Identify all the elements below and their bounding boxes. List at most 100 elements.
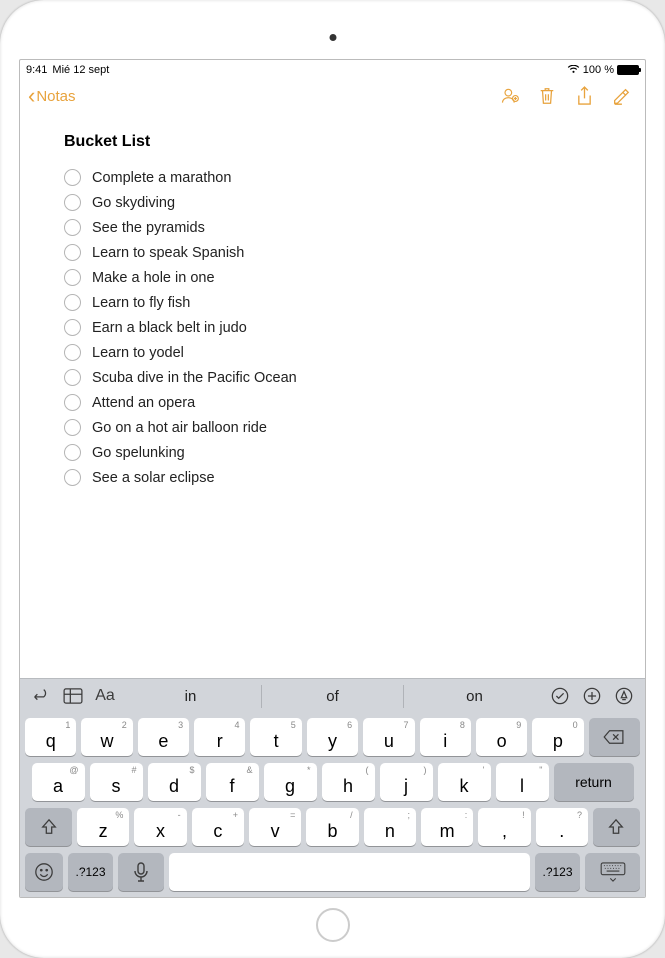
trash-icon[interactable] xyxy=(537,86,557,106)
checklist-item[interactable]: Scuba dive in the Pacific Ocean xyxy=(64,369,615,386)
key-t[interactable]: 5t xyxy=(250,718,301,756)
checklist-item-text: Learn to speak Spanish xyxy=(92,245,244,261)
checklist-item-text: Make a hole in one xyxy=(92,270,215,286)
key-x[interactable]: -x xyxy=(134,808,186,846)
key-i[interactable]: 8i xyxy=(420,718,471,756)
checklist-item[interactable]: Complete a marathon xyxy=(64,169,615,186)
key-r[interactable]: 4r xyxy=(194,718,245,756)
ipad-frame: 9:41 Mié 12 sept 100 % ‹ Notas xyxy=(0,0,665,958)
dictate-key[interactable] xyxy=(118,853,164,891)
back-button[interactable]: ‹ Notas xyxy=(28,85,76,107)
key-c[interactable]: +c xyxy=(192,808,244,846)
numbers-key-right[interactable]: .?123 xyxy=(535,853,580,891)
key-q[interactable]: 1q xyxy=(25,718,76,756)
undo-icon[interactable] xyxy=(30,685,52,707)
key-b[interactable]: /b xyxy=(306,808,358,846)
shift-key-right[interactable] xyxy=(593,808,640,846)
checklist-item-text: See a solar eclipse xyxy=(92,470,215,486)
wifi-icon xyxy=(567,65,580,74)
keyboard-suggestion-bar: Aa inofon xyxy=(20,679,645,713)
checklist-item-text: Complete a marathon xyxy=(92,170,231,186)
key-j[interactable]: )j xyxy=(380,763,433,801)
checkbox-circle[interactable] xyxy=(64,319,81,336)
screen: 9:41 Mié 12 sept 100 % ‹ Notas xyxy=(19,59,646,898)
key-s[interactable]: #s xyxy=(90,763,143,801)
checklist-item[interactable]: Make a hole in one xyxy=(64,269,615,286)
suggestion[interactable]: on xyxy=(403,685,545,708)
key-v[interactable]: =v xyxy=(249,808,301,846)
hide-keyboard-key[interactable] xyxy=(585,853,640,891)
share-icon[interactable] xyxy=(574,86,594,106)
home-button[interactable] xyxy=(316,908,350,942)
status-time: 9:41 xyxy=(26,64,47,76)
key-d[interactable]: $d xyxy=(148,763,201,801)
checklist-item[interactable]: Learn to fly fish xyxy=(64,294,615,311)
key-k[interactable]: 'k xyxy=(438,763,491,801)
checklist-item[interactable]: Go skydiving xyxy=(64,194,615,211)
checklist-icon[interactable] xyxy=(549,685,571,707)
checklist-item[interactable]: Learn to yodel xyxy=(64,344,615,361)
checklist-item[interactable]: See a solar eclipse xyxy=(64,469,615,486)
checklist-item-text: Learn to fly fish xyxy=(92,295,190,311)
checklist-item-text: See the pyramids xyxy=(92,220,205,236)
return-key[interactable]: return xyxy=(554,763,634,801)
text-format-icon[interactable]: Aa xyxy=(94,685,116,707)
key-a[interactable]: @a xyxy=(32,763,85,801)
key-m[interactable]: :m xyxy=(421,808,473,846)
checklist-item-text: Earn a black belt in judo xyxy=(92,320,247,336)
keyboard: Aa inofon 1q2w3e4r5t6y7u8i9o0p xyxy=(20,678,645,897)
table-icon[interactable] xyxy=(62,685,84,707)
key-y[interactable]: 6y xyxy=(307,718,358,756)
key-,[interactable]: !, xyxy=(478,808,530,846)
checkbox-circle[interactable] xyxy=(64,444,81,461)
key-o[interactable]: 9o xyxy=(476,718,527,756)
checkbox-circle[interactable] xyxy=(64,244,81,261)
space-key[interactable] xyxy=(169,853,530,891)
checkbox-circle[interactable] xyxy=(64,369,81,386)
key-g[interactable]: *g xyxy=(264,763,317,801)
checkbox-circle[interactable] xyxy=(64,269,81,286)
checkbox-circle[interactable] xyxy=(64,169,81,186)
key-f[interactable]: &f xyxy=(206,763,259,801)
emoji-key[interactable] xyxy=(25,853,63,891)
key-n[interactable]: ;n xyxy=(364,808,416,846)
checkbox-circle[interactable] xyxy=(64,194,81,211)
key-l[interactable]: "l xyxy=(496,763,549,801)
key-z[interactable]: %z xyxy=(77,808,129,846)
nav-bar: ‹ Notas xyxy=(20,77,645,115)
backspace-key[interactable] xyxy=(589,718,640,756)
compose-icon[interactable] xyxy=(611,86,631,106)
checkbox-circle[interactable] xyxy=(64,419,81,436)
checklist-item[interactable]: See the pyramids xyxy=(64,219,615,236)
key-e[interactable]: 3e xyxy=(138,718,189,756)
checklist-item[interactable]: Go on a hot air balloon ride xyxy=(64,419,615,436)
checklist-item-text: Learn to yodel xyxy=(92,345,184,361)
checklist-item[interactable]: Attend an opera xyxy=(64,394,615,411)
markup-icon[interactable] xyxy=(613,685,635,707)
add-icon[interactable] xyxy=(581,685,603,707)
key-u[interactable]: 7u xyxy=(363,718,414,756)
add-person-icon[interactable] xyxy=(500,86,520,106)
checklist-item[interactable]: Earn a black belt in judo xyxy=(64,319,615,336)
key-h[interactable]: (h xyxy=(322,763,375,801)
shift-key-left[interactable] xyxy=(25,808,72,846)
checkbox-circle[interactable] xyxy=(64,344,81,361)
key-w[interactable]: 2w xyxy=(81,718,132,756)
status-battery-pct: 100 % xyxy=(583,64,614,76)
key-p[interactable]: 0p xyxy=(532,718,583,756)
suggestion[interactable]: in xyxy=(120,685,261,708)
suggestion[interactable]: of xyxy=(261,685,403,708)
checkbox-circle[interactable] xyxy=(64,219,81,236)
checklist-item-text: Go on a hot air balloon ride xyxy=(92,420,267,436)
checkbox-circle[interactable] xyxy=(64,394,81,411)
numbers-key-left[interactable]: .?123 xyxy=(68,853,113,891)
battery-icon xyxy=(617,65,639,75)
checkbox-circle[interactable] xyxy=(64,294,81,311)
status-date: Mié 12 sept xyxy=(52,64,109,76)
checklist-item[interactable]: Learn to speak Spanish xyxy=(64,244,615,261)
checklist-item-text: Go skydiving xyxy=(92,195,175,211)
key-.[interactable]: ?. xyxy=(536,808,588,846)
checklist-item[interactable]: Go spelunking xyxy=(64,444,615,461)
checkbox-circle[interactable] xyxy=(64,469,81,486)
note-content[interactable]: Bucket List Complete a marathonGo skydiv… xyxy=(20,115,645,678)
